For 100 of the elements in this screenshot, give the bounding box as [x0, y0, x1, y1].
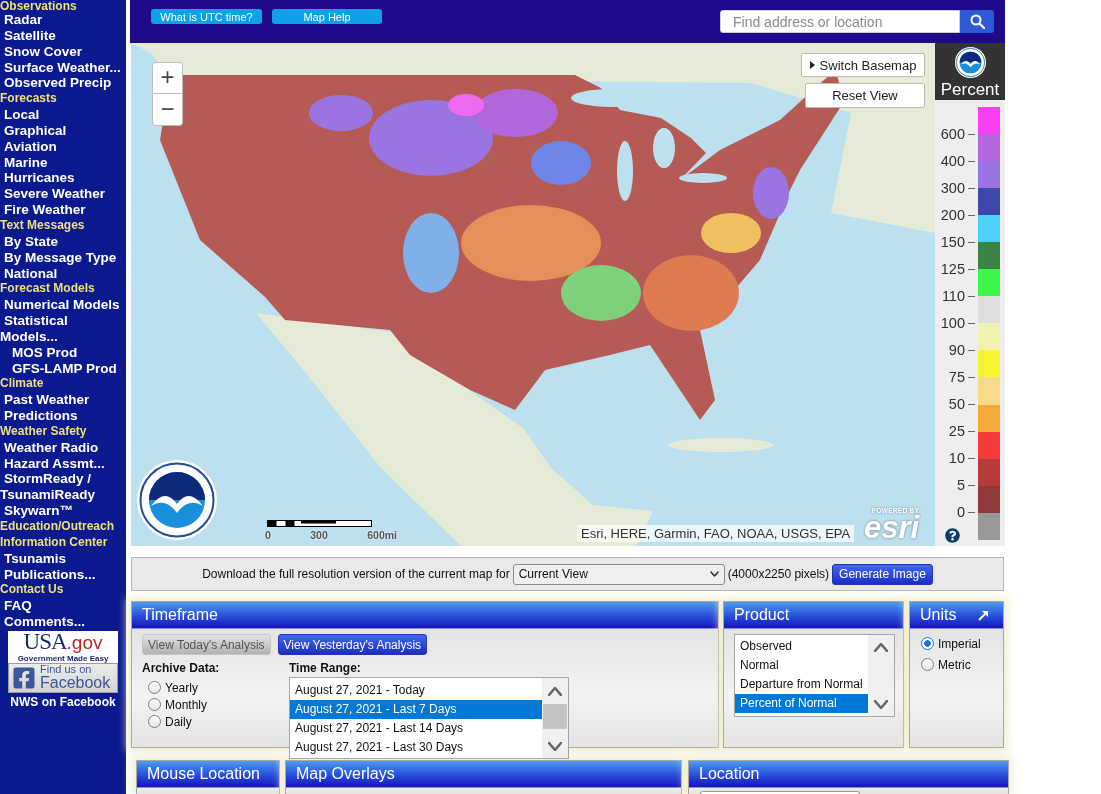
radio-label[interactable]: Monthly	[165, 697, 208, 712]
nav-link[interactable]: Fire Weather	[0, 202, 86, 218]
nav-link[interactable]: MOS Prod	[12, 344, 78, 361]
nav-link[interactable]: StormReady / TsunamiReady	[0, 471, 126, 504]
search-button[interactable]	[960, 10, 994, 33]
list-option[interactable]: August 27, 2021 - Last 30 Days	[290, 737, 542, 757]
facebook-caption-link[interactable]: NWS on Facebook	[10, 694, 116, 709]
scrollbar[interactable]	[868, 635, 894, 716]
nav-link[interactable]: Snow Cover	[0, 43, 82, 60]
nav-link[interactable]: Radar	[0, 12, 43, 28]
scale-label: 400	[940, 152, 965, 170]
list-option[interactable]: August 27, 2021 - Last 7 Days	[290, 699, 542, 719]
scale-label: 150	[940, 233, 965, 251]
scale-label: 0	[956, 504, 965, 522]
scrollbar[interactable]	[542, 678, 568, 758]
nav-link[interactable]: Comments...	[0, 614, 85, 630]
nav-link[interactable]: Marine	[0, 154, 48, 171]
nav-link[interactable]: Severe Weather	[0, 186, 106, 203]
scale-tick	[968, 404, 975, 405]
field-label: Time Range:	[289, 661, 361, 675]
nav-link[interactable]: Statistical Models...	[0, 313, 126, 345]
nav-link[interactable]: Numerical Models	[0, 297, 120, 314]
list-box[interactable]: August 27, 2021 - Today August 27, 2021 - Last 7 Days August 27, 2021 - Last 14 Days August 27, 2021 - Last 30 Days	[289, 677, 569, 759]
list-option[interactable]: Departure from Normal	[735, 675, 868, 694]
nav-link[interactable]: Weather Radio	[0, 439, 99, 456]
nav-heading: Information Center	[0, 534, 108, 551]
radio-label[interactable]: Imperial	[938, 636, 981, 651]
radio-button[interactable]	[921, 658, 934, 671]
search-icon	[969, 14, 985, 29]
list-option[interactable]: Normal	[735, 656, 868, 675]
scale-label: 110	[941, 287, 965, 305]
help-icon[interactable]	[945, 528, 960, 544]
nav-link[interactable]: Hurricanes	[0, 170, 75, 187]
usagov-link[interactable]: USA.gov Government Made Easy	[8, 630, 118, 663]
panel-title: Location	[699, 764, 760, 784]
nav-heading: Weather Safety	[0, 423, 87, 440]
scale-tick	[968, 349, 975, 351]
nav-link[interactable]: Hazard Assmt...	[0, 455, 105, 472]
scale-tick	[968, 485, 975, 487]
facebook-link[interactable]: Find us on Facebook	[8, 662, 118, 693]
scale-label: 0	[265, 529, 271, 541]
reset-view-button[interactable]: Reset View	[805, 83, 925, 108]
generate-image-button[interactable]: Generate Image	[832, 563, 933, 585]
panel-title: Product	[734, 605, 790, 625]
nav-link[interactable]: Satellite	[0, 27, 56, 44]
nav-link[interactable]: Past Weather	[0, 392, 90, 409]
scale-label: 50	[948, 396, 965, 413]
zoom-out-button[interactable]: −	[152, 94, 183, 126]
radio-button[interactable]	[921, 637, 934, 650]
nav-link[interactable]: By State	[0, 233, 59, 250]
chevron-icon	[709, 571, 719, 577]
nav-link[interactable]: Predictions	[0, 408, 78, 424]
list-option[interactable]: August 27, 2021 - Today	[290, 680, 542, 700]
radio-label[interactable]: Yearly	[165, 680, 198, 695]
nav-link[interactable]: Observed Precip	[0, 75, 112, 92]
nav-link[interactable]: Aviation	[0, 138, 57, 155]
list-option[interactable]: Observed	[735, 637, 868, 656]
analysis-button[interactable]: View Yesterday's Analysis	[277, 634, 428, 655]
basemap-button[interactable]: Switch Basemap	[801, 53, 925, 77]
nav-heading: Contact Us	[0, 582, 64, 599]
radio-label[interactable]: Metric	[938, 657, 971, 672]
radio-button[interactable]	[148, 698, 161, 711]
scale-tick	[968, 458, 975, 460]
nav-link[interactable]: Publications...	[0, 566, 96, 583]
panel-title: Mouse Location	[147, 764, 260, 784]
radio-button[interactable]	[148, 681, 161, 694]
nav-heading: Climate	[0, 376, 44, 393]
scale-label: 10	[948, 450, 965, 468]
nav-link[interactable]: FAQ	[0, 598, 32, 615]
nav-link[interactable]: National	[0, 265, 58, 282]
nav-link[interactable]: GFS-LAMP Prod	[12, 360, 117, 377]
caret-icon	[809, 61, 815, 69]
list-box[interactable]: Observed Normal Departure from Normal Percent of Normal	[734, 634, 895, 717]
scale-label: 300	[940, 179, 965, 197]
nav-link[interactable]: Surface Weather...	[0, 59, 121, 76]
scroll-down-icon	[874, 699, 888, 709]
nav-heading: Text Messages	[0, 217, 85, 234]
zoom-in-button[interactable]: +	[152, 62, 183, 94]
scale-label: 300	[310, 529, 328, 541]
attribution-text: Esri, HERE, Garmin, FAO, NOAA, USGS, EPA	[577, 525, 855, 542]
scale-tick	[968, 376, 975, 378]
radio-label[interactable]: Daily	[165, 714, 192, 729]
scale-label: 125	[940, 260, 965, 278]
panel-title: Map Overlays	[296, 764, 395, 784]
nav-link[interactable]: Tsunamis	[0, 550, 66, 567]
scale-tick	[968, 268, 975, 270]
radio-button[interactable]	[148, 715, 161, 728]
search-field[interactable]: Find address or location	[720, 10, 960, 33]
scroll-up-icon	[874, 642, 888, 652]
nav-link[interactable]: By Message Type	[0, 249, 117, 266]
list-option[interactable]: August 27, 2021 - Last 14 Days	[290, 718, 542, 738]
nav-link[interactable]: Local	[0, 107, 40, 123]
view-select[interactable]: Current View	[512, 563, 725, 585]
nav-link[interactable]: Graphical	[0, 122, 67, 139]
list-option[interactable]: Percent of Normal	[735, 694, 868, 713]
nav-link[interactable]: Skywarn™	[0, 503, 74, 519]
scrollbar-thumb[interactable]	[543, 704, 567, 729]
input-field[interactable]	[700, 791, 860, 794]
panel-title: Timeframe	[142, 605, 218, 625]
arrow-icon[interactable]	[978, 609, 989, 621]
